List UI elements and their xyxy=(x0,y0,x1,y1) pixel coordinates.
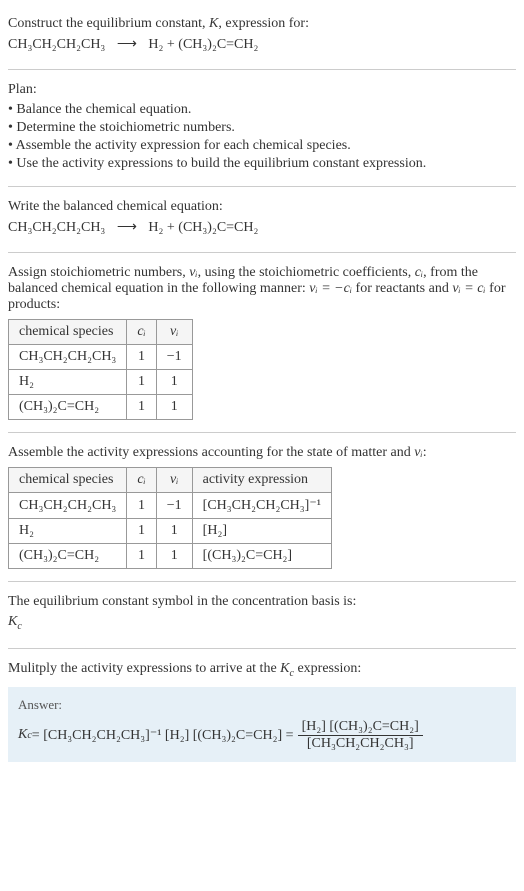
kc-letter: K xyxy=(280,661,289,676)
stoich-text-part: for reactants and xyxy=(352,281,452,296)
table-cell: 1 xyxy=(156,544,192,569)
table-header-row: chemical species cᵢ νᵢ activity expressi… xyxy=(9,468,332,493)
main-reaction: CH₃CH₂CH₂CH₃ ⟶ H₂ + (CH₃)₂C=CH₂ xyxy=(8,36,516,53)
reaction-rhs: H₂ + (CH₃)₂C=CH₂ xyxy=(148,220,258,235)
stoich-table: chemical species cᵢ νᵢ CH₃CH₂CH₂CH₃ 1 −1… xyxy=(8,319,193,420)
stoich-text: Assign stoichiometric numbers, νᵢ, using… xyxy=(8,265,516,313)
assemble-text-part: : xyxy=(423,445,427,460)
divider xyxy=(8,69,516,70)
stoich-text-part: , using the stoichiometric coefficients, xyxy=(198,265,415,280)
answer-eq-middle: = [CH₃CH₂CH₂CH₃]⁻¹ [H₂] [(CH₃)₂C=CH₂] = xyxy=(32,727,294,744)
table-cell: (CH₃)₂C=CH₂ xyxy=(9,544,127,569)
table-header: νᵢ xyxy=(156,468,192,493)
fraction-numerator: [H₂] [(CH₃)₂C=CH₂] xyxy=(298,719,423,736)
table-cell: CH₃CH₂CH₂CH₃ xyxy=(9,345,127,370)
table-header: cᵢ xyxy=(127,320,156,345)
answer-equation: Kc = [CH₃CH₂CH₂CH₃]⁻¹ [H₂] [(CH₃)₂C=CH₂]… xyxy=(18,719,506,752)
table-header: chemical species xyxy=(9,320,127,345)
assemble-text: Assemble the activity expressions accoun… xyxy=(8,445,516,461)
c-i: cᵢ xyxy=(415,265,423,280)
title-K: K xyxy=(209,16,218,31)
table-cell: 1 xyxy=(156,395,192,420)
table-cell: −1 xyxy=(156,345,192,370)
balanced-reaction: CH₃CH₂CH₂CH₃ ⟶ H₂ + (CH₃)₂C=CH₂ xyxy=(8,219,516,236)
table-header: νᵢ xyxy=(156,320,192,345)
table-row: (CH₃)₂C=CH₂ 1 1 [(CH₃)₂C=CH₂] xyxy=(9,544,332,569)
title-text-1: Construct the equilibrium constant, xyxy=(8,16,209,31)
reaction-lhs: CH₃CH₂CH₂CH₃ xyxy=(8,37,105,52)
table-cell: 1 xyxy=(156,519,192,544)
plan-item: • Assemble the activity expression for e… xyxy=(8,138,516,154)
table-cell: 1 xyxy=(127,544,156,569)
activity-table: chemical species cᵢ νᵢ activity expressi… xyxy=(8,467,332,569)
assemble-text-part: Assemble the activity expressions accoun… xyxy=(8,445,414,460)
title: Construct the equilibrium constant, K, e… xyxy=(8,16,516,32)
kc-sub: c xyxy=(17,621,21,632)
divider xyxy=(8,186,516,187)
kc-letter: K xyxy=(8,614,17,629)
plan-label: Plan: xyxy=(8,82,516,98)
multiply-text-part: expression: xyxy=(294,661,361,676)
multiply-text: Mulitply the activity expressions to arr… xyxy=(8,661,516,679)
reaction-arrow: ⟶ xyxy=(117,220,137,235)
reaction-arrow: ⟶ xyxy=(117,37,137,52)
nu-i: νᵢ xyxy=(414,445,422,460)
plan-item: • Balance the chemical equation. xyxy=(8,102,516,118)
table-cell: 1 xyxy=(127,519,156,544)
divider xyxy=(8,432,516,433)
table-cell: H₂ xyxy=(9,519,127,544)
table-cell: −1 xyxy=(156,493,192,519)
multiply-text-part: Mulitply the activity expressions to arr… xyxy=(8,661,280,676)
divider xyxy=(8,581,516,582)
table-cell: (CH₃)₂C=CH₂ xyxy=(9,395,127,420)
plan-item: • Use the activity expressions to build … xyxy=(8,156,516,172)
answer-label: Answer: xyxy=(18,697,506,713)
table-cell: [CH₃CH₂CH₂CH₃]⁻¹ xyxy=(192,493,331,519)
divider xyxy=(8,648,516,649)
kc-letter: K xyxy=(18,727,27,743)
table-row: H₂ 1 1 [H₂] xyxy=(9,519,332,544)
answer-box: Answer: Kc = [CH₃CH₂CH₂CH₃]⁻¹ [H₂] [(CH₃… xyxy=(8,687,516,762)
nu-i: νᵢ xyxy=(189,265,197,280)
table-cell: H₂ xyxy=(9,370,127,395)
symbol-text: The equilibrium constant symbol in the c… xyxy=(8,594,516,610)
stoich-rel: νᵢ = −cᵢ xyxy=(309,281,352,296)
table-header: chemical species xyxy=(9,468,127,493)
table-cell: 1 xyxy=(127,370,156,395)
reaction-rhs: H₂ + (CH₃)₂C=CH₂ xyxy=(148,37,258,52)
table-cell: 1 xyxy=(127,395,156,420)
table-row: CH₃CH₂CH₂CH₃ 1 −1 [CH₃CH₂CH₂CH₃]⁻¹ xyxy=(9,493,332,519)
kc-symbol: Kc xyxy=(8,614,516,632)
table-cell: 1 xyxy=(127,493,156,519)
table-cell: 1 xyxy=(156,370,192,395)
balanced-label: Write the balanced chemical equation: xyxy=(8,199,516,215)
plan-item: • Determine the stoichiometric numbers. xyxy=(8,120,516,136)
stoich-text-part: Assign stoichiometric numbers, xyxy=(8,265,189,280)
table-header-row: chemical species cᵢ νᵢ xyxy=(9,320,193,345)
reaction-lhs: CH₃CH₂CH₂CH₃ xyxy=(8,220,105,235)
table-cell: [H₂] xyxy=(192,519,331,544)
stoich-rel: νᵢ = cᵢ xyxy=(452,281,485,296)
title-text-2: , expression for: xyxy=(218,16,309,31)
table-cell: CH₃CH₂CH₂CH₃ xyxy=(9,493,127,519)
table-row: H₂ 1 1 xyxy=(9,370,193,395)
table-row: CH₃CH₂CH₂CH₃ 1 −1 xyxy=(9,345,193,370)
table-header: activity expression xyxy=(192,468,331,493)
table-row: (CH₃)₂C=CH₂ 1 1 xyxy=(9,395,193,420)
divider xyxy=(8,252,516,253)
answer-fraction: [H₂] [(CH₃)₂C=CH₂] [CH₃CH₂CH₂CH₃] xyxy=(298,719,423,752)
plan-list: • Balance the chemical equation. • Deter… xyxy=(8,102,516,172)
fraction-denominator: [CH₃CH₂CH₂CH₃] xyxy=(298,736,423,752)
table-header: cᵢ xyxy=(127,468,156,493)
table-cell: [(CH₃)₂C=CH₂] xyxy=(192,544,331,569)
table-cell: 1 xyxy=(127,345,156,370)
